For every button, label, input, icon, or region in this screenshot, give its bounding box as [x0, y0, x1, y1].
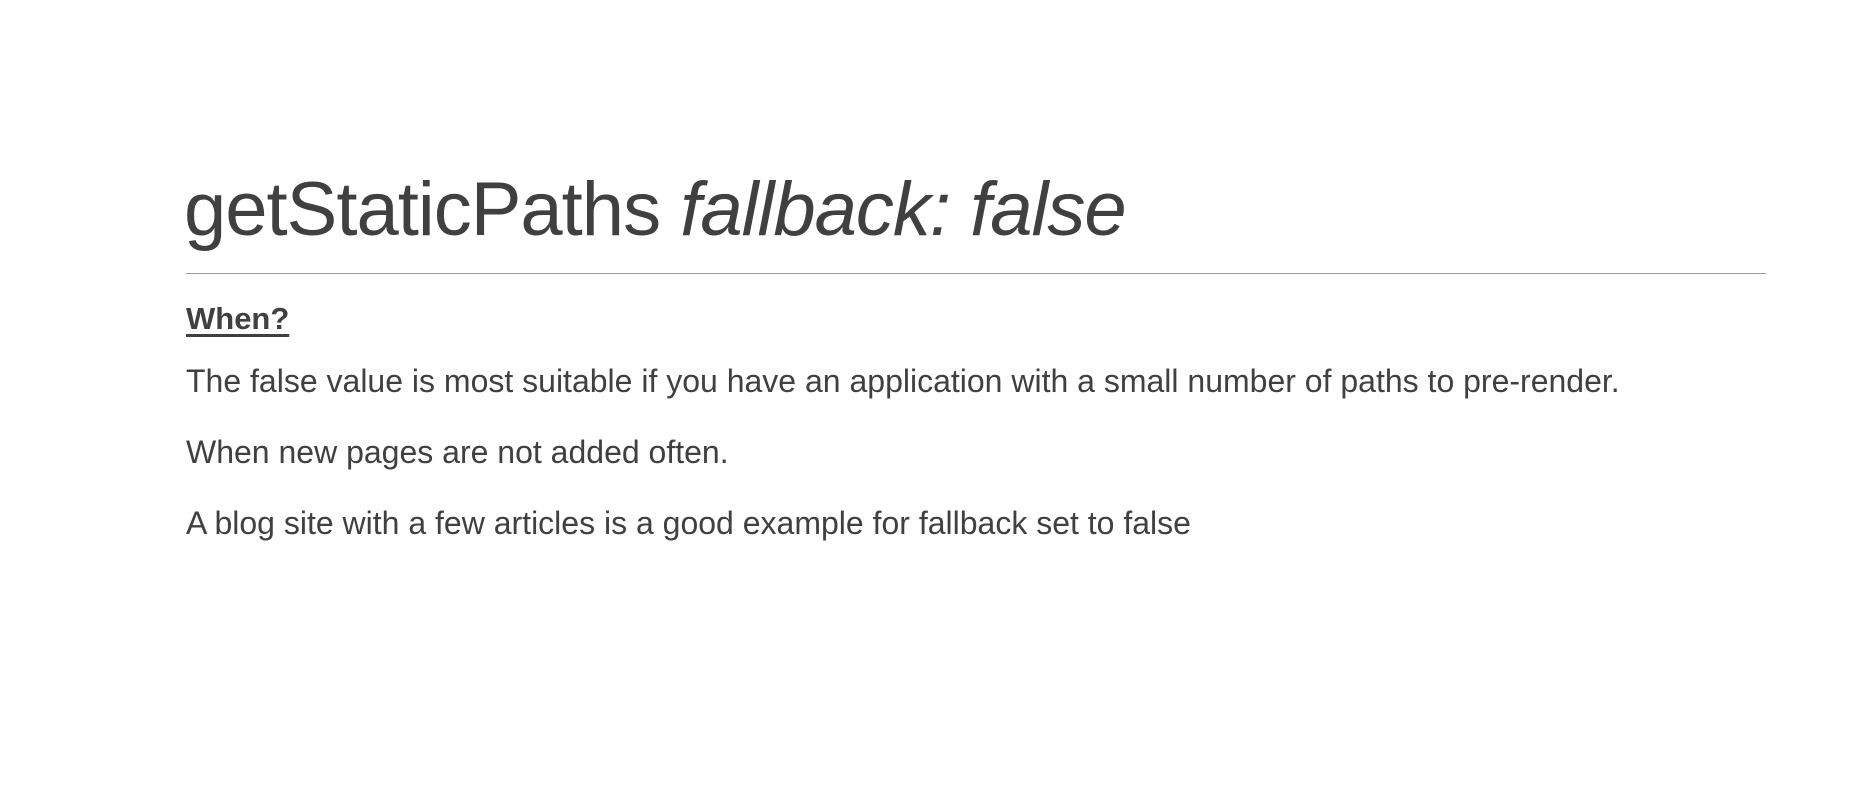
- paragraph: The false value is most suitable if you …: [186, 363, 1620, 399]
- section-heading: When?: [186, 301, 290, 336]
- paragraph: When new pages are not added often.: [186, 434, 729, 470]
- paragraph: A blog site with a few articles is a goo…: [186, 505, 1191, 541]
- title-italic: fallback: false: [680, 167, 1126, 252]
- title-plain: getStaticPaths: [184, 167, 661, 252]
- slide-body: When? The false value is most suitable i…: [186, 298, 1756, 573]
- slide-title: getStaticPaths fallback: false: [184, 160, 1127, 260]
- title-divider: [186, 273, 1766, 274]
